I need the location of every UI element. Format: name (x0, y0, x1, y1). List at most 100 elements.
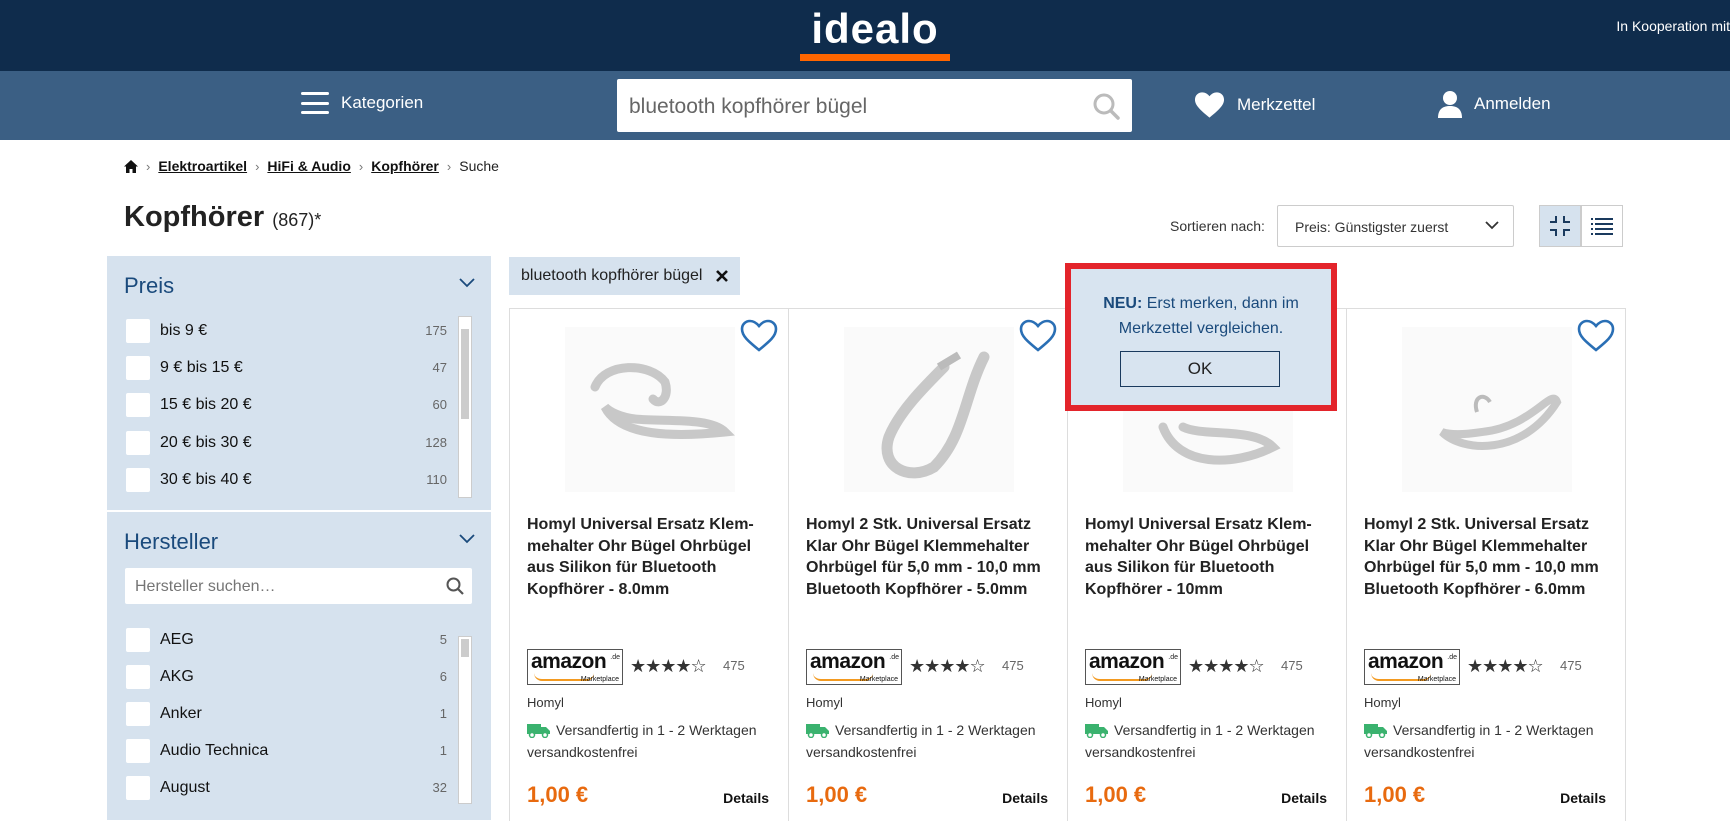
product-price: 1,00 € (1085, 782, 1147, 807)
filter-count: 60 (432, 397, 447, 412)
product-brand: Homyl (1364, 695, 1401, 710)
truck-icon (1085, 724, 1108, 738)
filter-count: 5 (439, 632, 447, 647)
breadcrumb-separator: › (358, 158, 364, 174)
page-title-text: Kopfhörer (124, 201, 265, 233)
filter-option[interactable]: 15 € bis 20 € (126, 393, 252, 417)
checkbox[interactable] (126, 665, 150, 689)
checkbox[interactable] (126, 431, 150, 455)
search-input[interactable] (627, 79, 1081, 134)
wishlist-label: Merkzettel (1237, 95, 1316, 114)
filter-count: 6 (439, 669, 447, 684)
checkbox[interactable] (126, 628, 150, 652)
search-box[interactable] (617, 79, 1132, 134)
product-card[interactable]: Homyl Universal Ersatz Klem-mehalter Ohr… (510, 309, 789, 821)
search-icon[interactable] (1092, 92, 1120, 120)
details-link[interactable]: Details (1560, 790, 1606, 806)
breadcrumb-separator: › (146, 158, 151, 174)
product-price: 1,00 € (527, 782, 589, 807)
filter-count: 1 (439, 706, 447, 721)
breadcrumb-separator: › (446, 158, 452, 174)
checkbox[interactable] (126, 393, 150, 417)
checkbox[interactable] (126, 702, 150, 726)
manufacturer-search[interactable] (125, 568, 472, 606)
manufacturer-search-input[interactable] (133, 568, 437, 606)
truck-icon (1364, 724, 1387, 738)
filter-option[interactable]: Audio Technica (126, 739, 268, 763)
price-scrollbar[interactable] (458, 316, 472, 498)
filter-option[interactable]: Anker (126, 702, 202, 726)
filter-option[interactable]: bis 9 € (126, 319, 207, 343)
product-image[interactable] (1402, 327, 1572, 492)
filter-sidebar: Preis bis 9 € 175 9 € bis 15 € 47 15 € b… (107, 256, 491, 820)
filter-option[interactable]: 9 € bis 15 € (126, 356, 243, 380)
product-image[interactable] (844, 327, 1014, 492)
heart-outline-icon[interactable] (1019, 319, 1057, 353)
grid-view-icon (1550, 216, 1570, 236)
search-icon[interactable] (446, 577, 464, 595)
active-filter-chip[interactable]: bluetooth kopfhörer bügel (509, 257, 741, 295)
categories-label: Kategorien (341, 93, 424, 112)
product-brand: Homyl (806, 695, 843, 710)
login-button[interactable]: Anmelden (1438, 90, 1551, 118)
categories-button[interactable]: Kategorien (301, 92, 423, 114)
chevron-down-icon[interactable] (459, 278, 475, 288)
product-title[interactable]: Homyl 2 Stk. Universal Ersatz Klar Ohr B… (806, 514, 1056, 600)
list-view-button[interactable] (1581, 205, 1623, 247)
details-link[interactable]: Details (1281, 790, 1327, 806)
rating-count: 475 (723, 658, 745, 673)
grid-view-button[interactable] (1539, 205, 1581, 247)
checkbox[interactable] (126, 739, 150, 763)
filter-option[interactable]: August (126, 776, 210, 800)
price-filter-title[interactable]: Preis (124, 273, 174, 299)
filter-option[interactable]: AEG (126, 628, 194, 652)
amazon-logo: amazon .de Marketplace (1364, 649, 1460, 685)
product-title[interactable]: Homyl 2 Stk. Universal Ersatz Klar Ohr B… (1364, 514, 1614, 600)
filter-option[interactable]: 30 € bis 40 € (126, 468, 252, 492)
filter-count: 32 (432, 780, 447, 795)
shipping-info: Versandfertig in 1 - 2 Werktagen versandk… (1085, 722, 1315, 760)
breadcrumb-link-elektroartikel[interactable]: Elektroartikel (158, 158, 247, 174)
sort-select[interactable]: Preis: Günstigster zuerst (1277, 205, 1514, 247)
amazon-logo: amazon .de Marketplace (806, 649, 902, 685)
popup-message: Erst merken, dann im Merkzettel vergleic… (1118, 295, 1299, 337)
checkbox[interactable] (126, 319, 150, 343)
login-label: Anmelden (1474, 94, 1551, 113)
heart-outline-icon[interactable] (740, 319, 778, 353)
product-card[interactable]: Homyl 2 Stk. Universal Ersatz Klar Ohr B… (1347, 309, 1626, 821)
breadcrumb-link-kopfhoerer[interactable]: Kopfhörer (371, 158, 439, 174)
shipping-info: Versandfertig in 1 - 2 Werktagen versandk… (806, 722, 1036, 760)
filter-option[interactable]: AKG (126, 665, 194, 689)
popup-text: NEU: Erst merken, dann im Merkzettel ver… (1071, 291, 1331, 341)
heart-outline-icon[interactable] (1577, 319, 1615, 353)
product-title[interactable]: Homyl Universal Ersatz Klem-mehalter Ohr… (1085, 514, 1335, 600)
product-price: 1,00 € (1364, 782, 1426, 807)
scrollbar-thumb[interactable] (461, 639, 469, 657)
details-link[interactable]: Details (723, 790, 769, 806)
divider (107, 510, 491, 512)
checkbox[interactable] (126, 356, 150, 380)
breadcrumb-link-hifi-audio[interactable]: HiFi & Audio (267, 158, 350, 174)
idealo-logo[interactable]: idealo (800, 8, 950, 61)
close-icon[interactable] (716, 270, 729, 282)
chevron-down-icon (1485, 221, 1499, 230)
filter-count: 128 (425, 435, 447, 450)
scrollbar-thumb[interactable] (461, 329, 469, 419)
ok-button[interactable]: OK (1120, 351, 1280, 387)
filter-option[interactable]: 20 € bis 30 € (126, 431, 252, 455)
manufacturer-scrollbar[interactable] (458, 636, 472, 804)
checkbox[interactable] (126, 776, 150, 800)
user-icon (1438, 91, 1462, 118)
details-link[interactable]: Details (1002, 790, 1048, 806)
page-title: Kopfhörer (867)* (124, 201, 321, 234)
shipping-info: Versandfertig in 1 - 2 Werktagen versandk… (527, 722, 757, 760)
home-icon[interactable] (124, 159, 138, 173)
manufacturer-filter-title[interactable]: Hersteller (124, 529, 218, 555)
checkbox[interactable] (126, 468, 150, 492)
product-title[interactable]: Homyl Universal Ersatz Klem-mehalter Ohr… (527, 514, 777, 600)
product-image[interactable] (565, 327, 735, 492)
chevron-down-icon[interactable] (459, 534, 475, 544)
product-card[interactable]: Homyl 2 Stk. Universal Ersatz Klar Ohr B… (789, 309, 1068, 821)
wishlist-button[interactable]: Merkzettel (1194, 91, 1315, 119)
rating-count: 475 (1560, 658, 1582, 673)
